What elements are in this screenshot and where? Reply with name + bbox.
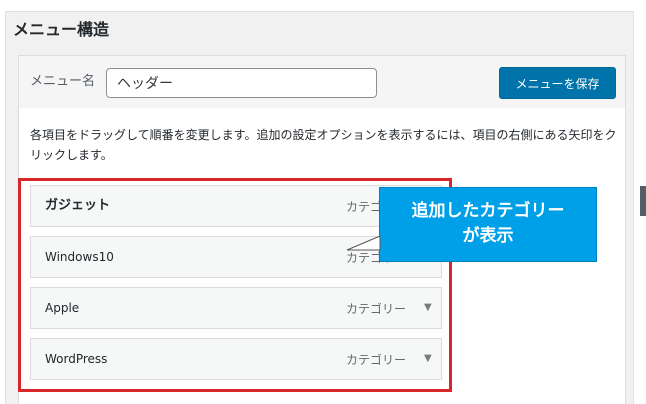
menu-editor-page: メニュー構造 メニュー名 メニューを保存 各項目をドラッグして順番を変更します。… — [0, 0, 646, 404]
menu-header-bar: メニュー名 メニューを保存 — [18, 55, 626, 109]
callout-annotation: 追加したカテゴリー が表示 — [379, 187, 597, 262]
instructions-text: 各項目をドラッグして順番を変更します。追加の設定オプションを表示するには、項目の… — [30, 128, 617, 162]
save-menu-button[interactable]: メニューを保存 — [499, 67, 616, 99]
callout-pointer — [346, 236, 381, 251]
menu-name-input[interactable] — [106, 68, 377, 98]
callout-text-line1: 追加したカテゴリー — [411, 201, 565, 221]
section-title: メニュー構造 — [13, 20, 110, 39]
scroll-edge-marker — [640, 186, 646, 216]
menu-name-label: メニュー名 — [30, 74, 96, 89]
callout-text-line2: が表示 — [462, 226, 514, 246]
